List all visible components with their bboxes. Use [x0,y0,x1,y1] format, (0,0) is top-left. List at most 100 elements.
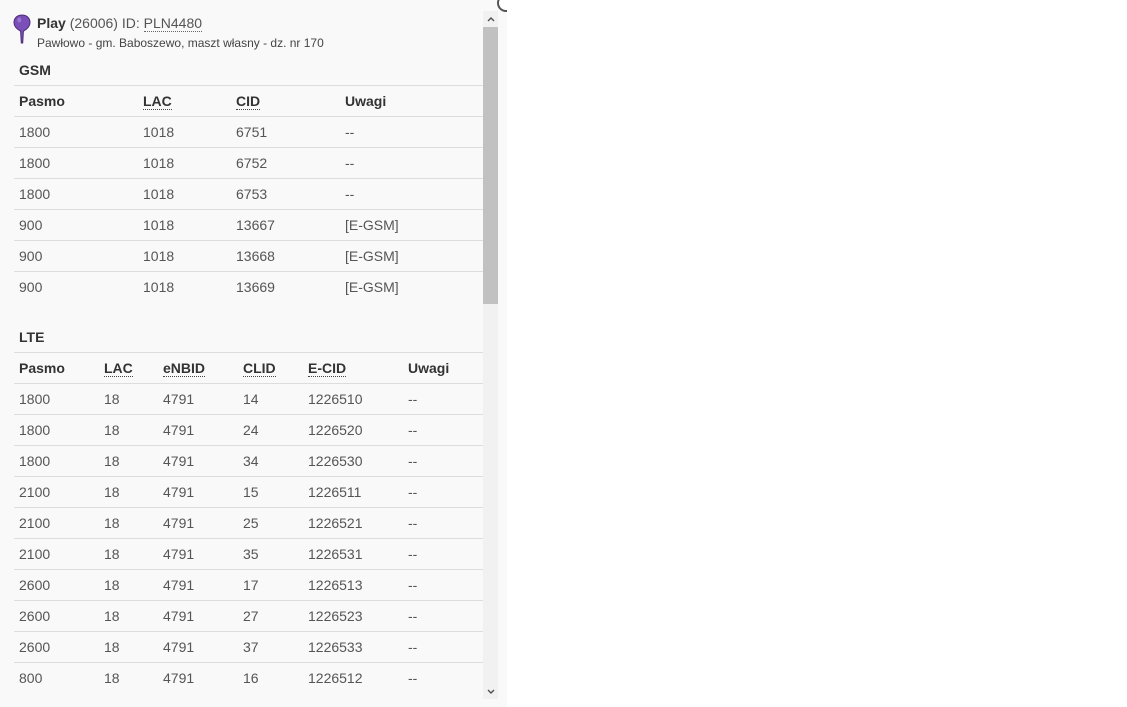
lte-table-row: 2600 18 4791 37 1226533 -- [14,631,483,663]
lte-header-row: Pasmo LAC eNBID CLID E-CID Uwagi [14,352,483,384]
lte-col-enbid: eNBID [158,352,238,384]
lte-table-row: 2600 18 4791 17 1226513 -- [14,569,483,601]
gsm-cell: [E-GSM] [340,271,483,302]
lte-cell: 17 [238,569,303,601]
gsm-col-lac: LAC [138,85,231,117]
lte-cell: 1226531 [303,538,403,570]
gsm-cell: 900 [14,209,138,241]
lte-cell: 4791 [158,414,238,446]
lte-cell: 2600 [14,569,99,601]
gsm-col-cid: CID [231,85,340,117]
lte-cell: 4791 [158,383,238,415]
lte-cell: 1800 [14,445,99,477]
vertical-scrollbar[interactable] [483,11,498,699]
lte-cell: 18 [99,538,158,570]
lte-cell: 2600 [14,600,99,632]
close-icon[interactable] [497,0,507,12]
lte-table-row: 2100 18 4791 35 1226531 -- [14,538,483,570]
scrollbar-thumb[interactable] [483,27,498,304]
lte-cell: -- [403,569,483,601]
lte-table-row: 2600 18 4791 27 1226523 -- [14,600,483,632]
lte-cell: 4791 [158,662,238,693]
lte-cells-table: Pasmo LAC eNBID CLID E-CID Uwagi 1800 18 4… [14,352,483,693]
operator-name: Play [37,15,66,31]
gsm-table-row: 1800 1018 6753 -- [14,178,483,210]
lte-cell: 35 [238,538,303,570]
lte-cell: 1226511 [303,476,403,508]
lte-cell: 2100 [14,507,99,539]
gsm-cell: -- [340,178,483,210]
gsm-table-row: 1800 1018 6752 -- [14,147,483,179]
lte-col-clid-label: CLID [243,360,276,377]
gsm-cell: 1018 [138,209,231,241]
lte-cell: 37 [238,631,303,663]
gsm-cell: 6752 [231,147,340,179]
id-label: ID: [121,15,140,31]
lte-cell: 24 [238,414,303,446]
gsm-cell: 6751 [231,116,340,148]
lte-table-row: 2100 18 4791 25 1226521 -- [14,507,483,539]
gsm-cell: 1018 [138,240,231,272]
lte-cell: 18 [99,383,158,415]
lte-cell: 18 [99,507,158,539]
gsm-cell: [E-GSM] [340,209,483,241]
lte-cell: 1226513 [303,569,403,601]
gsm-cell: 1800 [14,116,138,148]
lte-cell: -- [403,476,483,508]
lte-cell: -- [403,538,483,570]
lte-cell: 800 [14,662,99,693]
lte-col-pasmo: Pasmo [14,352,99,384]
station-location: Pawłowo - gm. Baboszewo, maszt własny - … [37,36,324,50]
lte-cell: 1226523 [303,600,403,632]
lte-cell: 1226512 [303,662,403,693]
gsm-table-row: 900 1018 13669 [E-GSM] [14,271,483,302]
lte-cell: -- [403,383,483,415]
map-pin-icon [13,14,31,44]
lte-cell: -- [403,414,483,446]
gsm-cells-table: Pasmo LAC CID Uwagi 1800 1018 6751 -- 1800 10… [14,85,483,302]
scroll-up-arrow-icon[interactable] [483,11,498,26]
gsm-section-title: GSM [19,62,51,78]
gsm-col-uwagi: Uwagi [340,85,483,117]
lte-cell: 1226510 [303,383,403,415]
gsm-cell: 6753 [231,178,340,210]
gsm-table-row: 900 1018 13667 [E-GSM] [14,209,483,241]
gsm-table-row: 1800 1018 6751 -- [14,116,483,148]
gsm-header-row: Pasmo LAC CID Uwagi [14,85,483,117]
lte-cell: 4791 [158,569,238,601]
lte-cell: 1226521 [303,507,403,539]
gsm-cell: 1018 [138,271,231,302]
lte-table-row: 800 18 4791 16 1226512 -- [14,662,483,693]
lte-section-title: LTE [19,329,45,345]
lte-cell: 4791 [158,476,238,508]
lte-cell: 18 [99,445,158,477]
lte-cell: 25 [238,507,303,539]
lte-col-ecid: E-CID [303,352,403,384]
lte-table-row: 1800 18 4791 24 1226520 -- [14,414,483,446]
gsm-cell: 1800 [14,147,138,179]
lte-cell: -- [403,507,483,539]
gsm-cell: -- [340,147,483,179]
lte-cell: -- [403,600,483,632]
lte-cell: 4791 [158,631,238,663]
gsm-cell: 13668 [231,240,340,272]
lte-cell: 1226520 [303,414,403,446]
lte-cell: -- [403,662,483,693]
gsm-cell: 900 [14,240,138,272]
gsm-cell: 1018 [138,147,231,179]
lte-cell: 2600 [14,631,99,663]
lte-cell: 4791 [158,538,238,570]
lte-cell: 18 [99,414,158,446]
popup-scroll-content[interactable]: Play (26006) ID: PLN4480 Pawłowo - gm. B… [0,0,483,707]
gsm-col-cid-label: CID [236,93,261,110]
gsm-cell: 1800 [14,178,138,210]
scroll-down-arrow-icon[interactable] [483,684,498,699]
base-station-popup: Play (26006) ID: PLN4480 Pawłowo - gm. B… [0,0,507,707]
lte-cell: 18 [99,569,158,601]
lte-cell: 18 [99,662,158,693]
gsm-cell: [E-GSM] [340,240,483,272]
gsm-col-lac-label: LAC [143,93,172,110]
lte-col-lac-label: LAC [104,360,133,377]
gsm-cell: 900 [14,271,138,302]
lte-cell: 15 [238,476,303,508]
